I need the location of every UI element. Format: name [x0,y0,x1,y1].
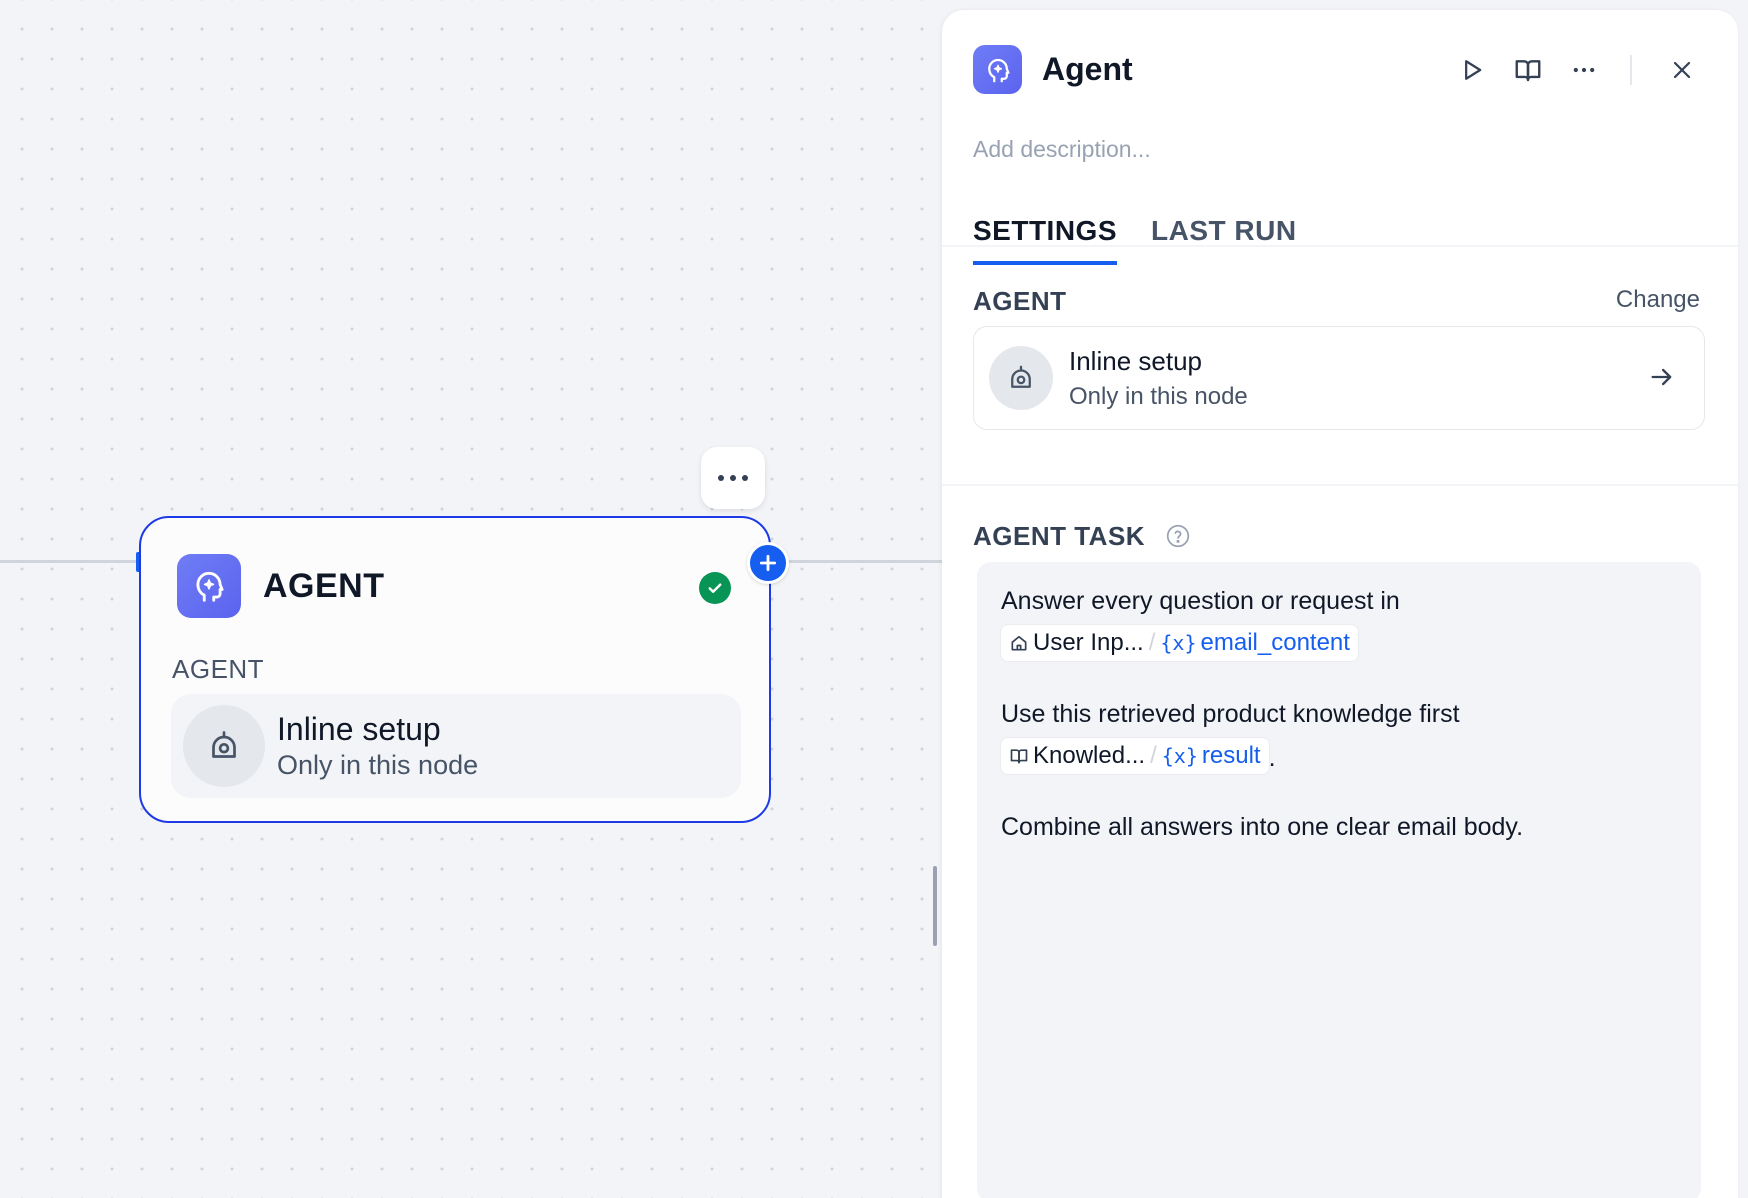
chip-separator: / [1150,742,1157,769]
tabs-divider [942,245,1738,247]
variable-icon: {x} [1161,744,1198,768]
panel-title[interactable]: Agent [1042,51,1133,88]
add-next-node-button[interactable] [747,542,789,584]
task-line-3: Combine all answers into one clear email… [1001,813,1524,841]
run-button[interactable] [1452,50,1492,90]
task-line-2: Use this retrieved product knowledge fir… [1001,700,1460,728]
robot-icon [989,346,1053,410]
home-icon [1011,635,1027,651]
close-button[interactable] [1662,50,1702,90]
node-settings-panel: Agent Add description... SETTINGS LAST R… [942,10,1738,1198]
node-title: AGENT [263,566,385,605]
chip-variable: result [1201,742,1261,769]
plus-icon [759,554,777,572]
chip-source: Knowled... [1033,742,1146,769]
task-line-1: Answer every question or request in [1001,587,1400,615]
change-agent-button[interactable]: Change [1616,286,1700,314]
ellipsis-icon [718,475,724,481]
agent-section-label: AGENT [973,286,1067,316]
help-icon[interactable] [1165,523,1191,549]
node-section-label: AGENT [172,654,265,684]
tab-last-run[interactable]: LAST RUN [1151,215,1297,265]
node-card-title: Inline setup [277,711,441,747]
variable-chip-email-content[interactable]: User Inp... / {x} email_content [1001,625,1358,661]
chip-separator: / [1148,629,1156,656]
node-agent-card[interactable]: Inline setup Only in this node [171,694,741,798]
node-more-button[interactable] [701,447,765,509]
agent-task-label: AGENT TASK [973,521,1191,552]
agent-task-editor[interactable]: Answer every question or request in User… [977,562,1701,1198]
tab-settings[interactable]: SETTINGS [973,215,1118,265]
incoming-edge [0,560,140,563]
book-icon [1515,60,1541,82]
check-icon [699,572,731,604]
arrow-right-icon [1648,363,1676,396]
agent-head-icon [177,554,241,618]
close-icon [1673,61,1691,79]
panel-tabs: SETTINGS LAST RUN [973,215,1297,265]
agent-task-label-text: AGENT TASK [973,521,1146,551]
robot-icon [183,705,265,787]
chip-variable: email_content [1200,629,1350,656]
agent-selection-card[interactable]: Inline setup Only in this node [973,326,1705,430]
section-divider [942,484,1738,486]
task-line-2-suffix: . [1268,744,1276,772]
play-icon [1465,60,1482,80]
panel-toolbar [1436,50,1702,90]
variable-chip-result[interactable]: Knowled... / {x} result [1001,738,1269,774]
ellipsis-icon [1573,67,1595,73]
docs-button[interactable] [1508,50,1548,90]
book-icon [1010,749,1028,764]
agent-card-subtitle: Only in this node [1069,382,1248,410]
node-card-subtitle: Only in this node [277,750,479,780]
outgoing-edge [780,560,942,563]
chip-source: User Inp... [1033,629,1144,656]
more-button[interactable] [1564,50,1604,90]
node-header: AGENT [177,554,385,618]
toolbar-divider [1630,55,1632,85]
agent-node[interactable]: AGENT AGENT Inline setup Only in this no… [139,516,771,823]
agent-card-title: Inline setup [1069,345,1202,376]
agent-head-icon [973,45,1022,94]
description-field[interactable]: Add description... [973,136,1151,163]
panel-resize-handle[interactable] [933,866,937,946]
variable-icon: {x} [1160,631,1197,655]
